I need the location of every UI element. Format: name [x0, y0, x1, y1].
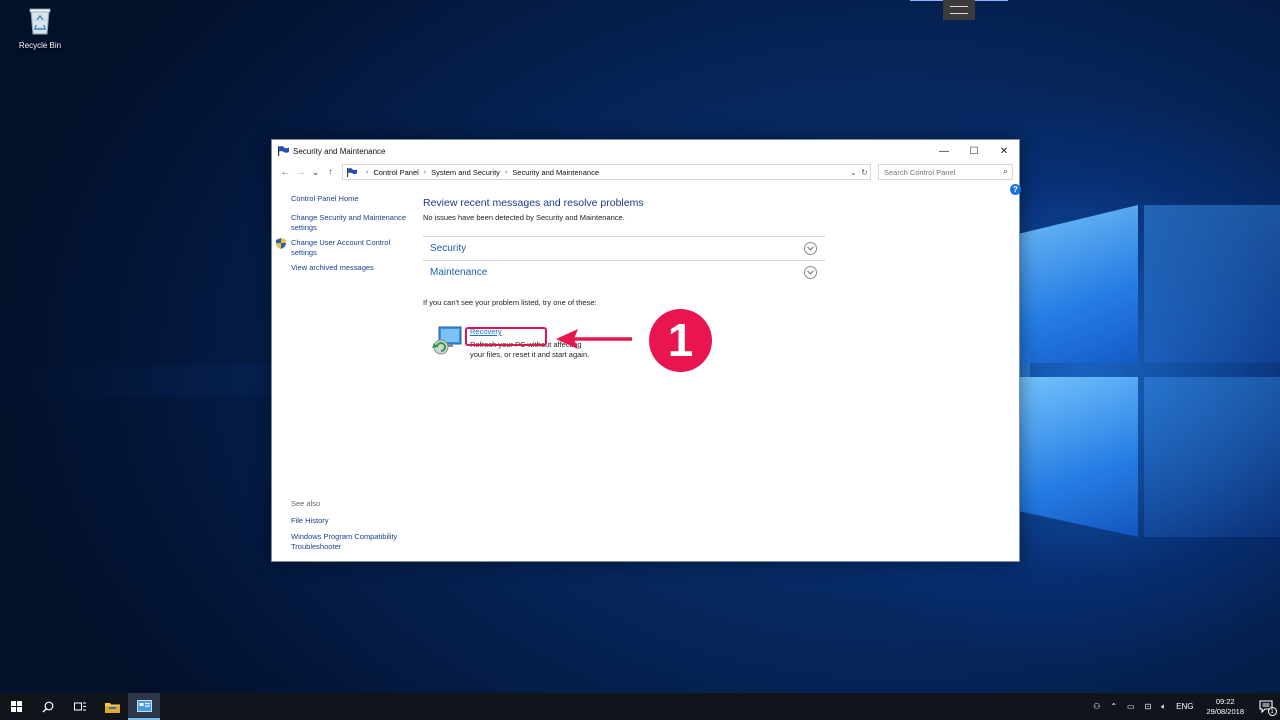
language-indicator[interactable]: ENG — [1171, 702, 1198, 711]
refresh-icon[interactable]: ↻ — [859, 168, 870, 177]
breadcrumb-separator: › — [504, 168, 508, 176]
recovery-icon — [432, 326, 462, 355]
control-panel-flag-icon — [347, 167, 357, 177]
close-button[interactable]: ✕ — [989, 140, 1019, 162]
search-taskbar-button[interactable] — [32, 693, 64, 720]
address-bar[interactable]: › Control Panel › System and Security › … — [342, 164, 871, 180]
search-icon — [42, 701, 54, 712]
see-also-section: See also File History Windows Program Co… — [291, 499, 421, 558]
file-explorer-button[interactable] — [96, 693, 128, 720]
volume-icon[interactable]: 🔈︎ — [1156, 702, 1171, 712]
help-icon[interactable]: ? — [1010, 184, 1021, 195]
step-number-badge: 1 — [649, 309, 712, 372]
status-message: No issues have been detected by Security… — [423, 213, 625, 222]
show-hidden-icons-icon[interactable]: ⌃ — [1105, 702, 1122, 711]
uac-shield-icon — [276, 238, 286, 249]
search-icon[interactable]: ⌕ — [1003, 166, 1008, 177]
title-bar[interactable]: Security and Maintenance — ☐ ✕ — [272, 140, 1019, 162]
clock-time: 09:22 — [1215, 696, 1235, 706]
start-button[interactable] — [0, 693, 32, 720]
action-center-button[interactable]: 1 — [1252, 700, 1280, 716]
network-icon[interactable]: ⊡ — [1140, 702, 1157, 711]
people-icon[interactable]: ⚇ — [1088, 702, 1105, 711]
security-maintenance-window: Security and Maintenance — ☐ ✕ ← → ⌄ ↑ ›… — [271, 139, 1021, 562]
forward-icon[interactable]: → — [293, 167, 308, 178]
windows-logo-wallpaper — [1020, 205, 1280, 537]
see-also-compatibility-troubleshooter[interactable]: Windows Program Compatibility Troublesho… — [291, 532, 421, 552]
sidebar: Control Panel Home Change Security and M… — [276, 194, 409, 278]
recovery-description-line: your files, or reset it and start again. — [470, 350, 590, 359]
see-also-file-history[interactable]: File History — [291, 516, 421, 526]
sidebar-item-change-security-settings[interactable]: Change Security and Maintenance settings — [291, 213, 409, 233]
annotation-arrow-icon — [556, 329, 632, 349]
recovery-highlight-box — [465, 327, 547, 346]
breadcrumb-separator: › — [423, 168, 427, 176]
address-dropdown-icon[interactable]: ⌄ — [848, 168, 859, 177]
window-title: Security and Maintenance — [293, 146, 386, 156]
see-also-header: See also — [291, 499, 321, 508]
clock[interactable]: 09:22 29/08/2018 — [1198, 697, 1252, 717]
notification-count-badge: 1 — [1267, 707, 1277, 716]
sidebar-item-control-panel-home[interactable]: Control Panel Home — [291, 194, 409, 204]
page-title: Review recent messages and resolve probl… — [423, 197, 644, 209]
remote-session-handle[interactable] — [943, 0, 975, 20]
chevron-down-icon[interactable] — [804, 266, 817, 279]
troubleshoot-hint: If you can't see your problem listed, tr… — [423, 298, 597, 307]
sidebar-item-view-archived-messages[interactable]: View archived messages — [291, 263, 409, 273]
sidebar-item-change-uac-settings[interactable]: Change User Account Control settings — [276, 238, 409, 258]
maintenance-section-header[interactable]: Maintenance — [423, 260, 825, 284]
folder-icon — [104, 702, 120, 713]
back-icon[interactable]: ← — [278, 167, 293, 178]
windows-start-icon — [10, 701, 22, 712]
flag-icon — [278, 146, 289, 156]
clock-date: 29/08/2018 — [1206, 706, 1244, 716]
task-view-button[interactable] — [64, 693, 96, 720]
search-input[interactable]: Search Control Panel ⌕ — [878, 164, 1013, 180]
battery-icon[interactable]: ▭ — [1122, 702, 1140, 711]
security-section-label: Security — [430, 243, 467, 254]
control-panel-icon — [136, 699, 152, 712]
system-tray: ⚇ ⌃ ▭ ⊡ 🔈︎ ENG 09:22 29/08/2018 1 — [1088, 693, 1280, 720]
desktop-icon-recycle-bin[interactable]: Recycle Bin — [12, 6, 68, 50]
maintenance-section-label: Maintenance — [430, 267, 488, 278]
taskbar: ⚇ ⌃ ▭ ⊡ 🔈︎ ENG 09:22 29/08/2018 1 — [0, 693, 1280, 720]
control-panel-taskbar-button[interactable] — [128, 693, 160, 720]
breadcrumb-security-and-maintenance[interactable]: Security and Maintenance — [512, 168, 599, 177]
breadcrumb-separator: › — [366, 168, 369, 176]
breadcrumb-control-panel[interactable]: Control Panel — [373, 168, 418, 177]
search-placeholder: Search Control Panel — [884, 168, 956, 177]
up-icon[interactable]: ↑ — [323, 167, 338, 178]
uac-link-label: Change User Account Control settings — [291, 238, 391, 257]
recycle-bin-icon — [29, 8, 51, 35]
task-view-icon — [73, 702, 86, 711]
maximize-button[interactable]: ☐ — [959, 140, 989, 162]
recent-locations-icon[interactable]: ⌄ — [308, 167, 323, 178]
desktop-icon-label: Recycle Bin — [18, 41, 62, 50]
chevron-down-icon[interactable] — [804, 242, 817, 255]
security-section-header[interactable]: Security — [423, 236, 825, 260]
minimize-button[interactable]: — — [929, 140, 959, 162]
breadcrumb-system-and-security[interactable]: System and Security — [431, 168, 500, 177]
